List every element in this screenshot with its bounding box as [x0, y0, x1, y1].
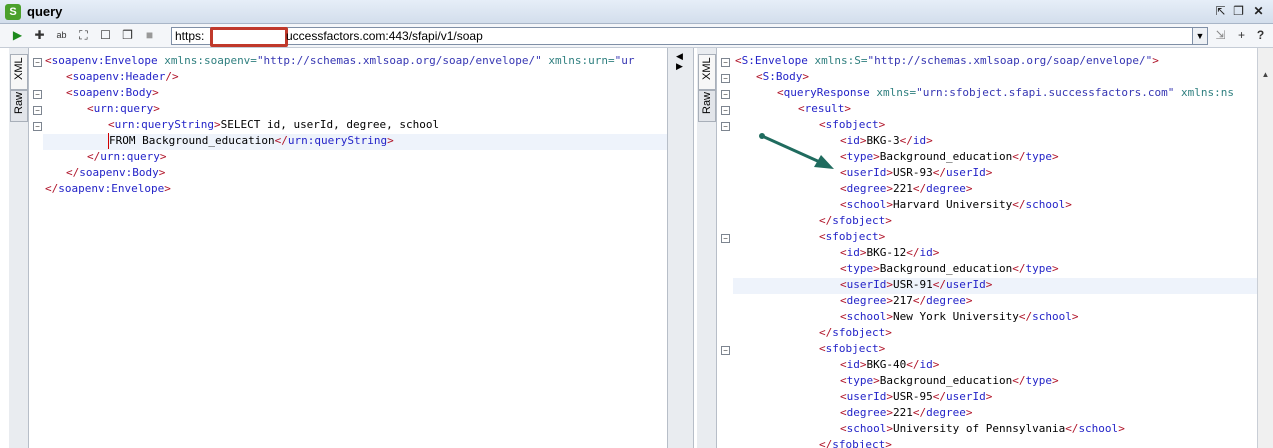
- annotation-arrow-overlay: [759, 133, 834, 169]
- annotation-arrow-icon: [759, 133, 834, 169]
